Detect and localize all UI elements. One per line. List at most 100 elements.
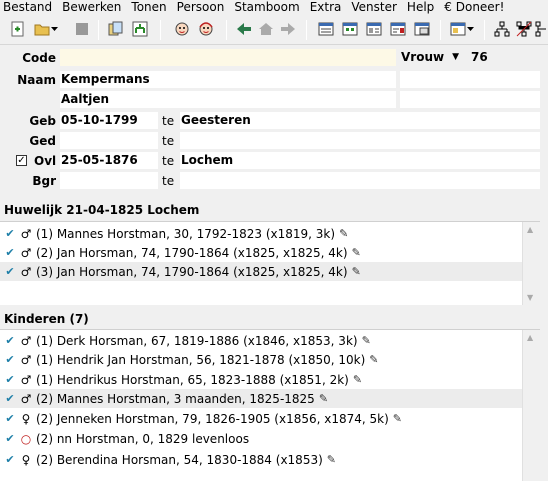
list-item[interactable]: ✔ ♂ (1) Hendrikus Horstman, 65, 1823-188…	[0, 370, 522, 389]
partner-text: (3) Jan Horsman, 74, 1790-1864 (x1825, x…	[36, 264, 348, 279]
code-label: Code	[22, 51, 56, 65]
child-text: (2) Berendina Horsman, 54, 1830-1884 (x1…	[36, 452, 323, 467]
unknown-gender-icon: ○	[20, 431, 32, 446]
gender-value: Vrouw	[401, 50, 445, 64]
home-icon[interactable]	[256, 19, 276, 39]
pencil-icon[interactable]: ✎	[339, 227, 348, 240]
list-item[interactable]: ✔ ○ (2) nn Horstman, 0, 1829 levenloos	[0, 429, 522, 448]
list-item[interactable]: ✔ ♀ (2) Jenneken Horstman, 79, 1826-1905…	[0, 409, 522, 428]
ged-te-label: te	[162, 134, 175, 148]
naam-label: Naam	[17, 73, 56, 87]
pencil-icon[interactable]: ✎	[352, 265, 361, 278]
menu-persoon[interactable]: Persoon	[174, 0, 232, 14]
gender-select[interactable]: Vrouw ▼ 76	[400, 49, 540, 66]
menu-doneer[interactable]: € Doneer!	[441, 0, 511, 14]
check-icon: ✔	[5, 453, 15, 466]
partner-list: ✔ ♂ (1) Mannes Horstman, 30, 1792-1823 (…	[0, 221, 540, 305]
back-arrow-icon[interactable]	[234, 19, 254, 39]
list-item[interactable]: ✔ ♀ (2) Berendina Horsman, 54, 1830-1884…	[0, 450, 522, 469]
child-text: (1) Derk Horsman, 67, 1819-1886 (x1846, …	[36, 333, 358, 348]
pencil-icon[interactable]: ✎	[352, 246, 361, 259]
male-icon: ♂	[20, 333, 32, 348]
ged-place-field[interactable]	[180, 132, 540, 149]
pedigree-icon[interactable]	[492, 19, 512, 39]
bgr-label: Bgr	[32, 174, 56, 188]
list-item[interactable]: ✔ ♂ (2) Jan Horsman, 74, 1790-1864 (x182…	[0, 243, 522, 262]
male-icon: ♂	[20, 226, 32, 241]
code-field[interactable]	[60, 49, 396, 66]
partner-text: (1) Mannes Horstman, 30, 1792-1823 (x181…	[36, 226, 336, 241]
pencil-icon[interactable]: ✎	[353, 373, 362, 386]
geb-date-field[interactable]: 05-10-1799	[60, 112, 158, 129]
check-icon: ✔	[5, 353, 15, 366]
menu-tonen[interactable]: Tonen	[128, 0, 173, 14]
geb-place-field[interactable]: Geesteren	[180, 112, 540, 129]
scroll-up-icon[interactable]: ▲	[527, 225, 533, 234]
male-icon: ♂	[20, 372, 32, 387]
check-icon: ✔	[5, 432, 15, 445]
menu-extra[interactable]: Extra	[307, 0, 349, 14]
bgr-place-field[interactable]	[180, 172, 540, 189]
pencil-icon[interactable]: ✎	[393, 412, 402, 425]
firstname-field[interactable]: Aaltjen	[60, 91, 396, 108]
bgr-te-label: te	[162, 174, 175, 188]
child-text: (2) nn Horstman, 0, 1829 levenloos	[36, 431, 250, 446]
list-item[interactable]: ✔ ♂ (3) Jan Horsman, 74, 1790-1864 (x182…	[0, 262, 522, 281]
menu-venster[interactable]: Venster	[348, 0, 404, 14]
child-text: (1) Hendrik Jan Horstman, 56, 1821-1878 …	[36, 352, 366, 367]
window-dropdown-icon[interactable]	[448, 19, 468, 39]
child-text: (2) Mannes Horstman, 3 maanden, 1825-182…	[36, 391, 315, 406]
ged-date-field[interactable]	[60, 132, 158, 149]
list-item[interactable]: ✔ ♂ (1) Hendrik Jan Horstman, 56, 1821-1…	[0, 350, 522, 369]
scroll-up-icon[interactable]: ▲	[527, 333, 533, 342]
window-icon[interactable]	[412, 19, 432, 39]
partner-text: (2) Jan Horsman, 74, 1790-1864 (x1825, x…	[36, 245, 348, 260]
children-scrollbar[interactable]: ▲	[522, 330, 540, 481]
ovl-place-field[interactable]: Lochem	[180, 152, 540, 169]
dropdown-arrow-icon[interactable]	[466, 19, 476, 39]
family-icon[interactable]	[534, 19, 548, 39]
male-icon: ♂	[20, 264, 32, 279]
check-icon: ✔	[5, 412, 15, 425]
extra-field-1[interactable]	[400, 71, 540, 88]
tree-icon[interactable]	[130, 19, 150, 39]
pencil-icon[interactable]: ✎	[319, 392, 328, 405]
female-icon: ♀	[21, 411, 31, 426]
female-face-icon[interactable]	[196, 19, 216, 39]
ged-label: Ged	[29, 134, 56, 148]
new-person-icon[interactable]	[8, 19, 28, 39]
open-folder-icon[interactable]	[32, 19, 52, 39]
ovl-label: Ovl	[34, 154, 57, 168]
list-item[interactable]: ✔ ♂ (2) Mannes Horstman, 3 maanden, 1825…	[0, 389, 522, 408]
list-item[interactable]: ✔ ♂ (1) Mannes Horstman, 30, 1792-1823 (…	[0, 224, 522, 243]
pencil-icon[interactable]: ✎	[327, 453, 336, 466]
bgr-date-field[interactable]	[60, 172, 158, 189]
male-face-icon[interactable]	[172, 19, 192, 39]
menu-stamboom[interactable]: Stamboom	[231, 0, 306, 14]
menu-help[interactable]: Help	[404, 0, 441, 14]
detail-view-icon[interactable]	[340, 19, 360, 39]
partner-scrollbar[interactable]: ▲ ▼	[522, 222, 540, 305]
scroll-down-icon[interactable]: ▼	[527, 293, 533, 302]
menu-bestand[interactable]: Bestand	[0, 0, 59, 14]
check-icon: ✔	[5, 246, 15, 259]
pencil-icon[interactable]: ✎	[369, 353, 378, 366]
copy-icon[interactable]	[106, 19, 126, 39]
stop-icon[interactable]	[72, 19, 92, 39]
list-view-icon[interactable]	[316, 19, 336, 39]
pencil-icon[interactable]: ✎	[362, 334, 371, 347]
forward-arrow-icon[interactable]	[278, 19, 298, 39]
male-icon: ♂	[20, 352, 32, 367]
ovl-date-field[interactable]: 25-05-1876	[60, 152, 158, 169]
extra-field-2[interactable]	[400, 91, 540, 108]
check-icon: ✔	[5, 265, 15, 278]
surname-field[interactable]: Kempermans	[60, 71, 396, 88]
menu-bewerken[interactable]: Bewerken	[59, 0, 128, 14]
list-item[interactable]: ✔ ♂ (1) Derk Horsman, 67, 1819-1886 (x18…	[0, 331, 522, 350]
card-view-icon[interactable]	[364, 19, 384, 39]
report-view-icon[interactable]	[388, 19, 408, 39]
person-form: Code Vrouw ▼ 76 Naam Kempermans Aaltjen …	[0, 46, 548, 196]
dropdown-arrow-icon[interactable]	[50, 19, 60, 39]
ovl-checkbox[interactable]: ✓	[16, 155, 27, 166]
descendants-icon[interactable]	[514, 19, 534, 39]
